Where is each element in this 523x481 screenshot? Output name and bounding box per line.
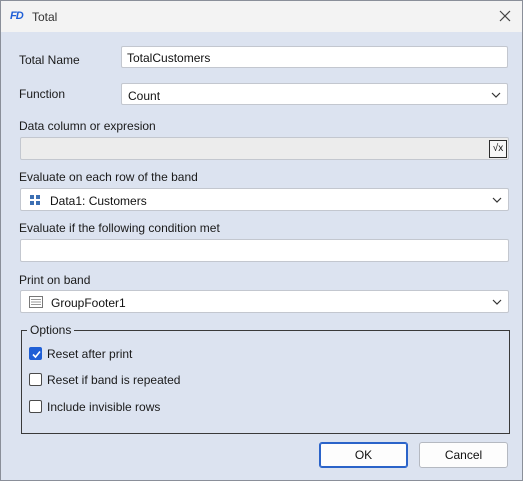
total-dialog: FD Total Total Name TotalCustomers Funct… (0, 0, 523, 481)
reset-after-print-checkbox[interactable] (29, 347, 42, 360)
options-group-title: Options (27, 323, 75, 337)
expression-label: Data column or expresion (19, 119, 156, 133)
title-bar: FD Total (1, 1, 522, 32)
include-invisible-rows-checkbox[interactable] (29, 400, 42, 413)
condition-label: Evaluate if the following condition met (19, 221, 220, 235)
function-value: Count (128, 89, 161, 103)
total-name-value: TotalCustomers (127, 51, 211, 65)
checkmark-icon (32, 350, 41, 359)
reset-after-print-label[interactable]: Reset after print (47, 347, 132, 361)
print-band-select[interactable]: GroupFooter1 (20, 290, 509, 313)
chevron-down-icon (492, 299, 502, 305)
band-icon (29, 296, 43, 308)
reset-if-repeated-checkbox[interactable] (29, 373, 42, 386)
evaluate-band-value: Data1: Customers (50, 194, 147, 208)
expression-editor-button[interactable]: √x (489, 140, 507, 158)
window-title: Total (32, 10, 58, 24)
print-band-label: Print on band (19, 273, 91, 287)
function-label: Function (19, 87, 66, 101)
reset-if-repeated-label[interactable]: Reset if band is repeated (47, 373, 180, 387)
expression-input[interactable]: √x (20, 137, 509, 160)
fastreport-logo-icon: FD (10, 10, 24, 22)
cancel-button[interactable]: Cancel (419, 442, 508, 468)
chevron-down-icon (491, 92, 501, 98)
total-name-input[interactable]: TotalCustomers (121, 46, 508, 68)
chevron-down-icon (492, 197, 502, 203)
total-name-label: Total Name (19, 53, 80, 67)
datasource-grid-icon (30, 195, 40, 205)
function-select[interactable]: Count (121, 83, 508, 105)
ok-button[interactable]: OK (319, 442, 408, 468)
print-band-value: GroupFooter1 (51, 296, 126, 310)
close-button[interactable] (494, 6, 516, 26)
evaluate-band-label: Evaluate on each row of the band (19, 170, 198, 184)
include-invisible-rows-label[interactable]: Include invisible rows (47, 400, 160, 414)
condition-input[interactable] (20, 239, 509, 262)
evaluate-band-select[interactable]: Data1: Customers (20, 188, 509, 211)
close-icon (499, 10, 511, 22)
